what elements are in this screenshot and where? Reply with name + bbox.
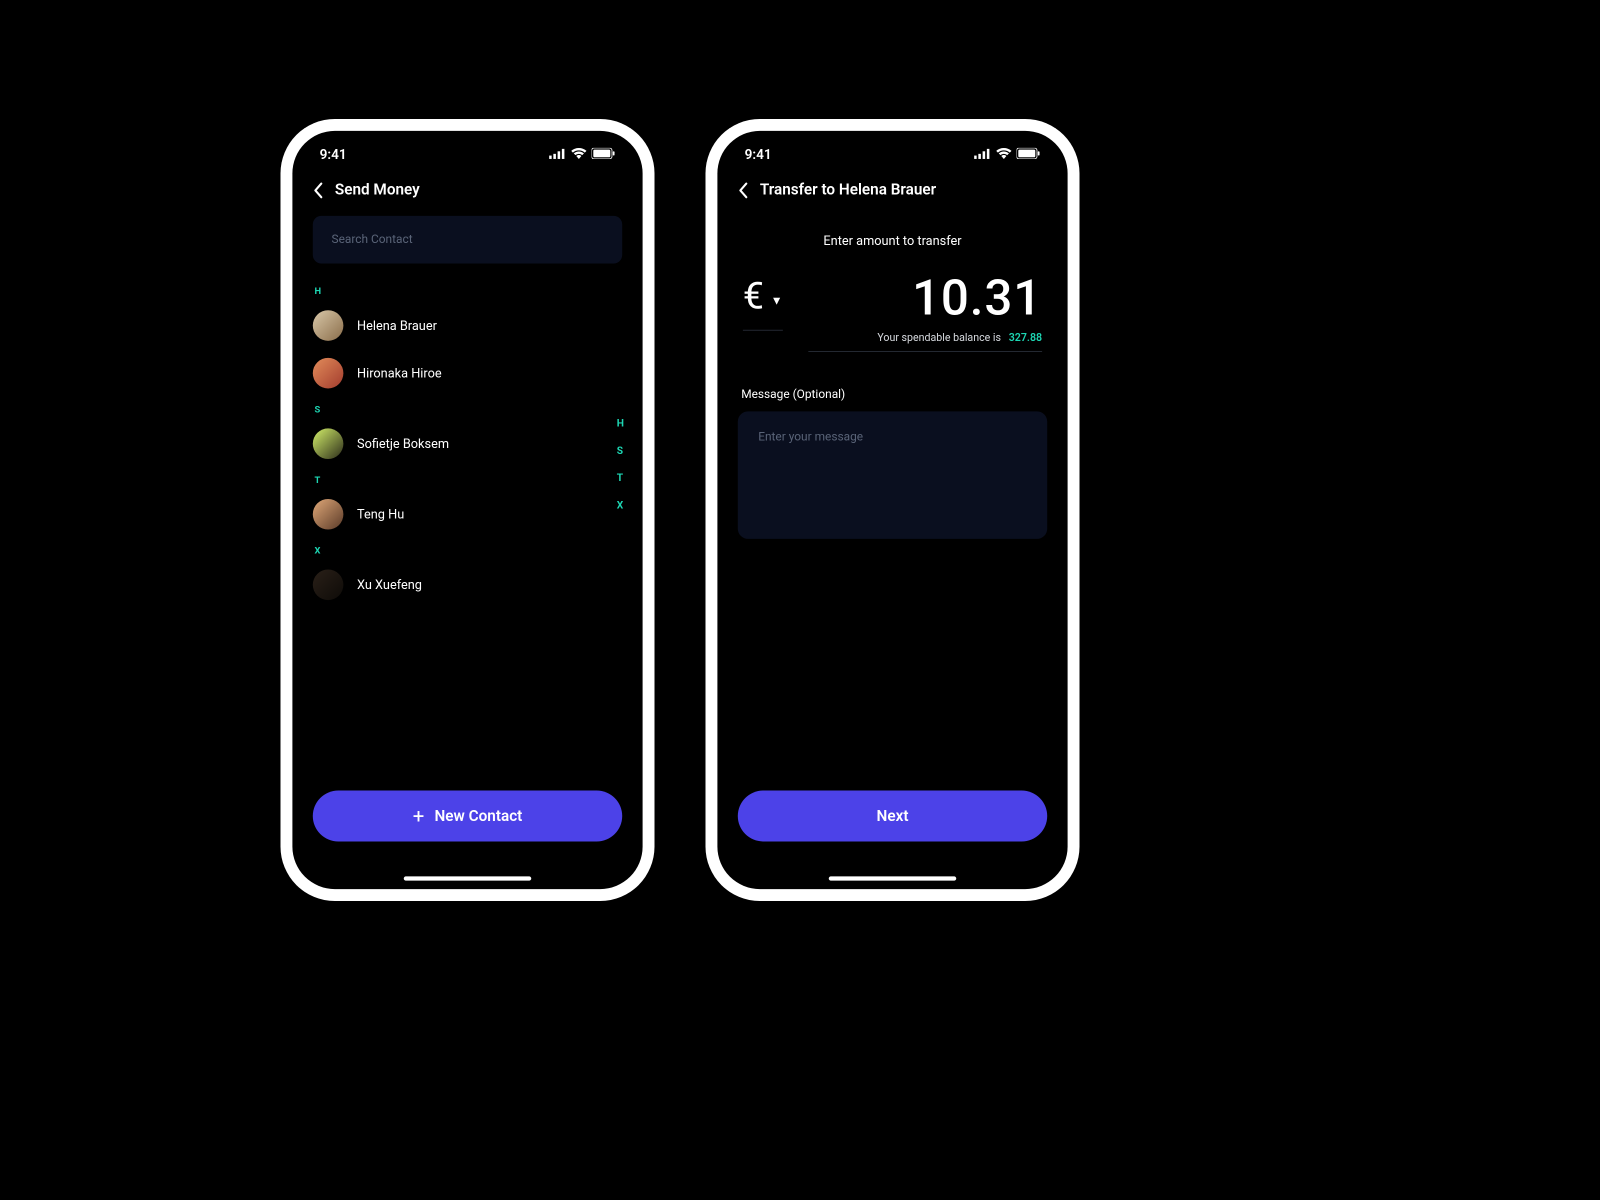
battery-icon — [1017, 146, 1041, 162]
balance-prefix: Your spendable balance is — [877, 332, 1001, 345]
next-label: Next — [877, 807, 909, 825]
avatar — [313, 499, 344, 530]
search-input[interactable]: Search Contact — [313, 216, 622, 264]
contact-name: Teng Hu — [357, 507, 404, 522]
alpha-index-rail: H S T X — [617, 418, 624, 512]
contact-row-xu[interactable]: Xu Xuefeng — [313, 561, 622, 609]
avatar — [313, 428, 344, 459]
next-button[interactable]: Next — [738, 791, 1047, 842]
content-area: Enter amount to transfer € ▼ 10.31 Your … — [717, 216, 1067, 539]
balance-amount: 327.88 — [1009, 332, 1042, 345]
status-time: 9:41 — [745, 146, 772, 162]
status-bar: 9:41 — [292, 131, 642, 169]
screen-transfer: 9:41 Transfer to Helena Brauer Enter amo… — [717, 131, 1067, 889]
section-header-t: T — [313, 468, 622, 491]
new-contact-button[interactable]: + New Contact — [313, 791, 622, 842]
status-indicators — [974, 146, 1040, 162]
status-indicators — [549, 146, 615, 162]
amount-label: Enter amount to transfer — [738, 216, 1047, 274]
amount-input[interactable]: 10.31 — [808, 274, 1042, 323]
message-label: Message (Optional) — [738, 352, 1047, 412]
balance-line: Your spendable balance is 327.88 — [808, 332, 1042, 345]
contact-name: Sofietje Boksem — [357, 436, 449, 451]
screen-send-money: 9:41 Send Money Search Contact — [292, 131, 642, 889]
contact-name: Xu Xuefeng — [357, 577, 422, 592]
page-title: Send Money — [335, 181, 420, 199]
new-contact-label: New Contact — [434, 807, 522, 825]
page-title: Transfer to Helena Brauer — [760, 181, 936, 199]
back-button[interactable] — [738, 181, 748, 198]
signal-icon — [974, 146, 991, 162]
section-header-h: H — [313, 279, 622, 302]
avatar — [313, 358, 344, 389]
battery-icon — [592, 146, 616, 162]
chevron-left-icon — [313, 181, 323, 198]
message-placeholder: Enter your message — [758, 430, 863, 444]
amount-column: 10.31 Your spendable balance is 327.88 — [808, 274, 1042, 352]
chevron-left-icon — [738, 181, 748, 198]
back-button[interactable] — [313, 181, 323, 198]
contact-name: Hironaka Hiroe — [357, 366, 442, 381]
wifi-icon — [571, 146, 586, 162]
search-placeholder: Search Contact — [332, 233, 413, 247]
avatar — [313, 570, 344, 601]
home-indicator[interactable] — [829, 876, 957, 880]
index-letter-x[interactable]: X — [617, 499, 624, 511]
contact-name: Helena Brauer — [357, 318, 437, 333]
caret-down-icon: ▼ — [771, 293, 783, 307]
contact-row-hironaka[interactable]: Hironaka Hiroe — [313, 349, 622, 397]
status-bar: 9:41 — [717, 131, 1067, 169]
index-letter-t[interactable]: T — [617, 472, 624, 484]
section-header-s: S — [313, 397, 622, 420]
amount-row: € ▼ 10.31 Your spendable balance is 327.… — [738, 274, 1047, 352]
contact-row-sofietje[interactable]: Sofietje Boksem — [313, 420, 622, 468]
message-input[interactable]: Enter your message — [738, 411, 1047, 539]
contact-row-helena[interactable]: Helena Brauer — [313, 302, 622, 350]
plus-icon: + — [413, 806, 425, 826]
status-time: 9:41 — [320, 146, 347, 162]
currency-symbol: € — [743, 274, 764, 318]
avatar — [313, 310, 344, 341]
home-indicator[interactable] — [404, 876, 532, 880]
signal-icon — [549, 146, 566, 162]
section-header-x: X — [313, 538, 622, 561]
header: Transfer to Helena Brauer — [717, 169, 1067, 216]
wifi-icon — [996, 146, 1011, 162]
index-letter-s[interactable]: S — [617, 445, 624, 457]
content-area: Search Contact H Helena Brauer Hironaka … — [292, 216, 642, 609]
header: Send Money — [292, 169, 642, 216]
index-letter-h[interactable]: H — [617, 418, 624, 430]
phone-frame-right: 9:41 Transfer to Helena Brauer Enter amo… — [706, 119, 1080, 901]
phone-frame-left: 9:41 Send Money Search Contact — [281, 119, 655, 901]
currency-selector[interactable]: € ▼ — [743, 274, 783, 331]
contact-row-teng[interactable]: Teng Hu — [313, 490, 622, 538]
